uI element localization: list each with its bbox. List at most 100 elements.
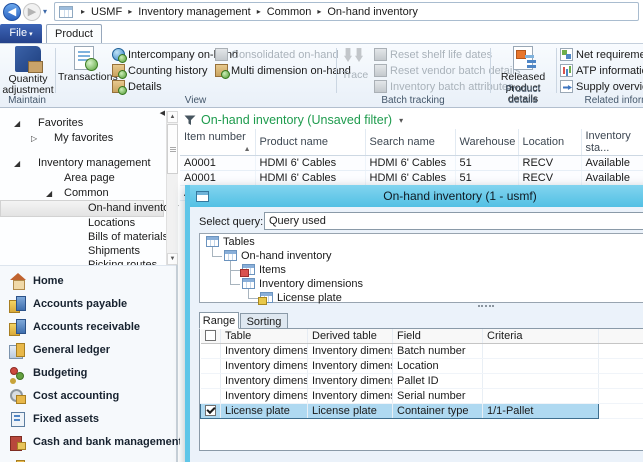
general-ledger-icon — [9, 342, 26, 358]
accounts-payable-icon — [9, 296, 26, 312]
scroll-up-icon[interactable]: ▲ — [167, 111, 178, 123]
column-criteria[interactable]: Criteria — [483, 329, 599, 343]
tree-node-items[interactable]: Items — [242, 264, 286, 278]
tree-item-inventory-management[interactable]: ◢ Inventory management — [0, 156, 164, 171]
tree-node-license-plate[interactable]: License plate — [260, 292, 342, 306]
multi-dimension-on-hand-button[interactable]: Multi dimension on-hand — [215, 63, 351, 78]
list-page-header[interactable]: On-hand inventory (Unsaved filter) ▾ — [184, 111, 403, 129]
tree-node-on-hand-inventory[interactable]: On-hand inventory — [224, 250, 332, 264]
tree-node-tables[interactable]: Tables — [206, 236, 255, 250]
column-field[interactable]: Field — [393, 329, 483, 343]
table-row[interactable]: A0001HDMI 6' CablesHDMI 6' Cables51RECVA… — [180, 171, 643, 186]
quantity-adjustment-icon — [15, 46, 41, 72]
tables-icon — [206, 236, 219, 247]
scroll-down-icon[interactable]: ▼ — [167, 253, 178, 265]
column-product-name[interactable]: Product name — [255, 129, 365, 156]
app-grid-icon — [59, 6, 73, 18]
group-divider — [55, 48, 56, 93]
breadcrumb-separator-icon: ▸ — [317, 7, 321, 16]
module-general-ledger[interactable]: General ledger — [0, 338, 176, 361]
row-checkbox-checked[interactable] — [205, 405, 216, 416]
tree-item-bills-of-materials[interactable]: Bills of materials — [0, 230, 164, 245]
fixed-assets-icon — [9, 411, 26, 427]
reset-shelf-life-dates-button: Reset shelf life dates — [374, 47, 492, 62]
details-button[interactable]: Details — [112, 79, 162, 94]
tree-item-on-hand-inventory[interactable]: On-hand inventory — [0, 201, 164, 216]
counting-history-button[interactable]: Counting history — [112, 63, 208, 78]
table-row-selected[interactable]: License plate License plate Container ty… — [201, 403, 643, 418]
column-search-name[interactable]: Search name — [365, 129, 455, 156]
quantity-adjustment-button[interactable]: Quantity adjustment — [2, 46, 54, 96]
group-label-view: View — [56, 95, 335, 106]
file-menu-button[interactable]: File▾ — [0, 24, 42, 43]
breadcrumb-page[interactable]: On-hand inventory — [327, 6, 418, 18]
module-home[interactable]: Home — [0, 269, 176, 292]
module-cash-and-bank[interactable]: Cash and bank management — [0, 430, 176, 453]
group-divider — [336, 48, 337, 93]
module-accounts-payable[interactable]: Accounts payable — [0, 292, 176, 315]
transactions-icon — [74, 46, 94, 70]
tree-item-my-favorites[interactable]: ▷ My favorites — [0, 131, 164, 146]
row-checkbox-cell[interactable] — [201, 403, 221, 418]
scrollbar-thumb[interactable] — [167, 124, 178, 174]
column-inventory-status[interactable]: Inventory sta... — [581, 129, 643, 156]
select-query-input[interactable] — [264, 212, 643, 230]
column-item-number[interactable]: Item number▲ — [180, 129, 255, 156]
address-bar[interactable]: ▸ USMF ▸ Inventory management ▸ Common ▸… — [54, 2, 639, 21]
back-icon[interactable]: ◀ — [3, 3, 21, 21]
tree-item-area-page[interactable]: Area page — [0, 171, 164, 186]
chevron-down-icon: ▾ — [29, 31, 33, 38]
breadcrumb-area[interactable]: Common — [267, 6, 312, 18]
tab-range[interactable]: Range — [199, 312, 239, 329]
column-warehouse[interactable]: Warehouse — [455, 129, 518, 156]
group-divider — [556, 48, 557, 93]
atp-information-icon — [560, 64, 573, 77]
tab-product[interactable]: Product — [46, 24, 102, 43]
tab-sorting[interactable]: Sorting — [240, 313, 288, 329]
module-cost-accounting[interactable]: Cost accounting — [0, 384, 176, 407]
items-table-icon — [242, 264, 255, 275]
recent-pages-chevron-icon[interactable]: ▾ — [43, 7, 47, 16]
net-requirement-button[interactable]: Net requirement — [560, 47, 643, 62]
reset-shelf-life-icon — [374, 48, 387, 61]
tree-item-common[interactable]: ◢ Common — [0, 186, 164, 201]
query-tables-tree: Tables On-hand inventory Items Inventory… — [199, 233, 643, 303]
breadcrumb-module[interactable]: Inventory management — [138, 6, 251, 18]
tree-item-favorites[interactable]: ◢ Favorites — [0, 116, 164, 131]
filter-dropdown-icon[interactable]: ▾ — [399, 116, 403, 125]
table-row[interactable]: Inventory dimensi...Inventory dimensi...… — [201, 373, 643, 388]
column-location[interactable]: Location — [518, 129, 581, 156]
list-title: On-hand inventory (Unsaved filter) — [201, 113, 392, 127]
supply-overview-button[interactable]: Supply overview — [560, 79, 643, 94]
table-row[interactable]: Inventory dimensi...Inventory dimensi...… — [201, 358, 643, 373]
table-row[interactable]: A0001HDMI 6' CablesHDMI 6' Cables51RECVA… — [180, 156, 643, 171]
tree-item-shipments[interactable]: Shipments — [0, 244, 164, 259]
module-fixed-assets[interactable]: Fixed assets — [0, 407, 176, 430]
tree-item-locations[interactable]: Locations — [0, 216, 164, 231]
tree-scrollbar[interactable]: ▲ ▼ — [166, 111, 178, 265]
expanded-node-icon[interactable]: ◢ — [14, 156, 20, 171]
module-budgeting[interactable]: Budgeting — [0, 361, 176, 384]
trace-button: Trace — [339, 46, 371, 81]
breadcrumb-separator-icon: ▸ — [81, 7, 85, 16]
module-partial[interactable] — [0, 455, 176, 462]
expanded-node-icon[interactable]: ◢ — [14, 116, 20, 131]
ribbon-tab-strip: File▾ Product — [0, 24, 643, 43]
collapsed-node-icon[interactable]: ▷ — [31, 131, 37, 146]
table-row[interactable]: Inventory dimensi...Inventory dimensi...… — [201, 343, 643, 358]
module-accounts-receivable[interactable]: Accounts receivable — [0, 315, 176, 338]
dialog-titlebar[interactable]: On-hand inventory (1 - usmf) — [190, 185, 643, 207]
column-table[interactable]: Table — [221, 329, 308, 343]
select-all-cell[interactable] — [201, 329, 221, 343]
breadcrumb-company[interactable]: USMF — [91, 6, 122, 18]
atp-information-button[interactable]: ATP information — [560, 63, 643, 78]
transactions-button[interactable]: Transactions — [58, 46, 110, 83]
splitter-handle[interactable] — [478, 305, 494, 307]
tree-node-inventory-dimensions[interactable]: Inventory dimensions — [242, 278, 363, 292]
expanded-node-icon[interactable]: ◢ — [46, 186, 52, 201]
column-derived-table[interactable]: Derived table — [308, 329, 393, 343]
table-row[interactable]: Inventory dimensi...Inventory dimensi...… — [201, 388, 643, 403]
forward-icon[interactable]: ▶ — [23, 3, 41, 21]
select-all-checkbox[interactable] — [205, 330, 216, 341]
home-icon — [9, 273, 26, 289]
